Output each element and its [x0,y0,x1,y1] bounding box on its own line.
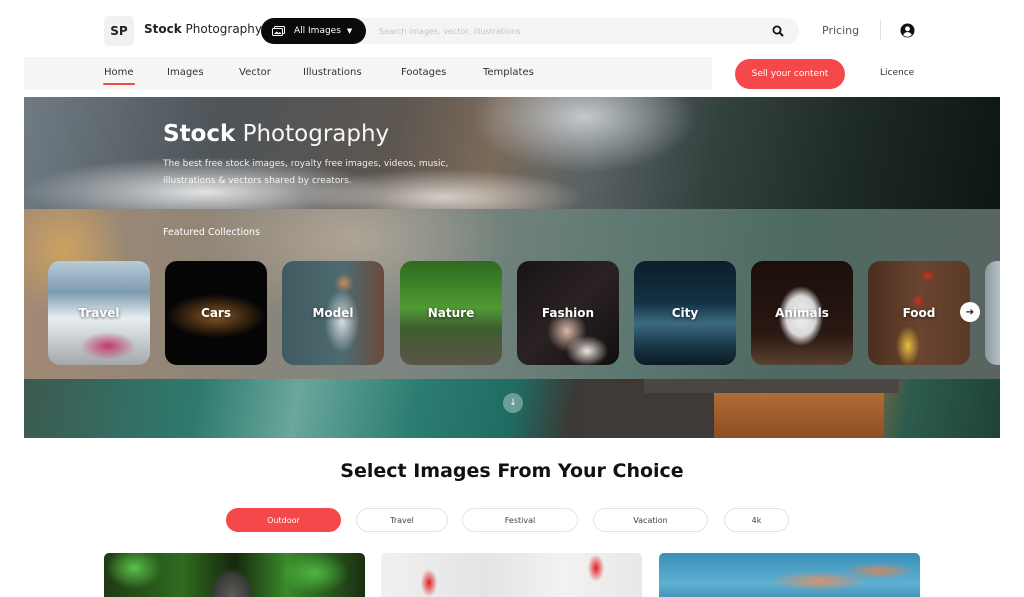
filter-chip-festival[interactable]: Festival [462,508,578,532]
search-input[interactable] [379,23,739,39]
image-thumbnail-winter-berries[interactable] [381,553,642,597]
hero-title: Stock Photography [163,121,389,147]
cabin-image-roof [644,379,899,393]
images-icon [272,26,285,36]
nav-item-footages[interactable]: Footages [401,67,446,78]
collection-label: Model [312,306,354,320]
logo[interactable]: SP [104,16,134,46]
collection-label: Food [902,306,936,320]
nav-item-vector[interactable]: Vector [239,67,271,78]
collection-card-travel[interactable]: Travel [48,261,150,365]
section-title: Select Images From Your Choice [340,460,684,482]
image-thumbnail-wolf[interactable] [104,553,365,597]
filter-chip-vacation[interactable]: Vacation [593,508,708,532]
carousel-next-button[interactable]: ➔ [960,302,980,322]
arrow-down-icon: ↓ [509,398,517,408]
licence-link[interactable]: Licence [880,68,914,78]
collection-card-partial[interactable] [985,261,1000,365]
top-header: SP Stock Photography All Images ▼ Pricin… [0,0,1024,58]
nav-item-images[interactable]: Images [167,67,204,78]
category-selected: All Images [294,26,341,36]
hero-title-bold: Stock [163,121,236,147]
pricing-link[interactable]: Pricing [822,24,859,37]
collection-label: Animals [775,306,829,320]
brand-name-light: Photography [185,22,263,36]
caret-down-icon: ▼ [346,27,353,35]
collection-label: Nature [427,306,475,320]
featured-collections-carousel: Travel Cars Model Nature Fashion City An… [48,261,1000,365]
collection-card-model[interactable]: Model [282,261,384,365]
hero-banner: Stock Photography The best free stock im… [24,97,1000,438]
filter-chip-travel[interactable]: Travel [356,508,448,532]
filter-chip-4k[interactable]: 4k [724,508,789,532]
category-dropdown[interactable]: All Images ▼ [261,18,366,44]
nav-item-illustrations[interactable]: Illustrations [303,67,362,78]
featured-collections-label: Featured Collections [163,227,260,238]
brand-name-bold: Stock [144,22,182,36]
hero-subtitle: The best free stock images, royalty free… [163,159,449,186]
cabin-image-wall [714,393,884,438]
brand-name[interactable]: Stock Photography [144,22,262,36]
collection-label: City [671,306,699,320]
nav-item-home[interactable]: Home [103,67,135,85]
collection-card-fashion[interactable]: Fashion [517,261,619,365]
collection-label: Fashion [541,306,595,320]
hero-title-light: Photography [242,121,390,147]
main-nav: Home Images Vector Illustrations Footage… [24,57,712,90]
header-divider [880,20,881,40]
image-thumbnail-sky-clouds[interactable] [659,553,920,597]
search-icon[interactable] [771,24,785,38]
sell-content-button[interactable]: Sell your content [735,59,845,89]
collection-card-food[interactable]: Food [868,261,970,365]
collection-card-city[interactable]: City [634,261,736,365]
hero-mountain-image [24,97,1000,209]
collection-label: Travel [78,306,120,320]
collection-card-cars[interactable]: Cars [165,261,267,365]
scroll-down-button[interactable]: ↓ [503,393,523,413]
filter-chip-outdoor[interactable]: Outdoor [226,508,341,532]
user-circle-icon[interactable] [900,23,915,38]
arrow-right-icon: ➔ [965,306,975,318]
collection-label: Cars [201,306,231,320]
nav-item-templates[interactable]: Templates [483,67,534,78]
collection-card-animals[interactable]: Animals [751,261,853,365]
collection-card-nature[interactable]: Nature [400,261,502,365]
search-bar: All Images ▼ [261,18,799,44]
